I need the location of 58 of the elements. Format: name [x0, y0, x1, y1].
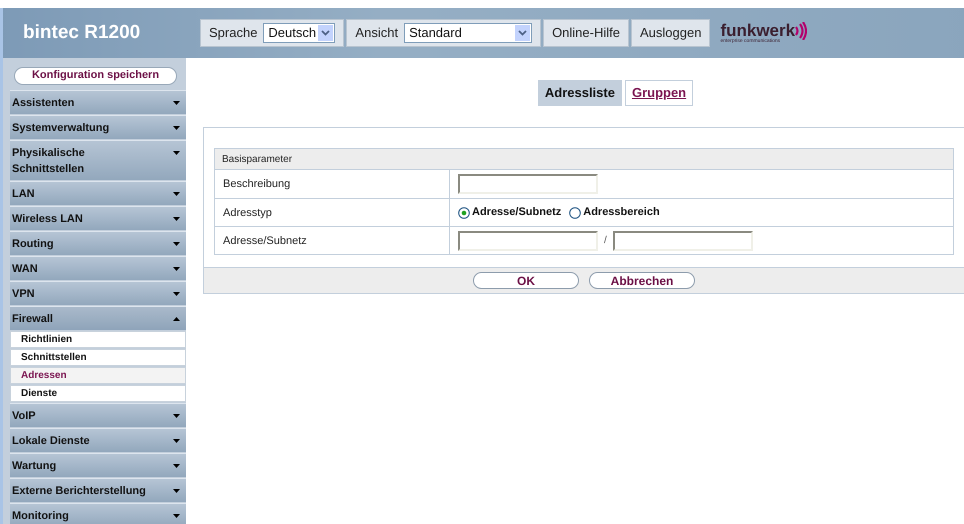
tab[interactable]: Adressliste [538, 80, 622, 106]
radio-option[interactable]: Adressbereich [569, 204, 660, 221]
submenu-item[interactable]: Richtlinien [10, 331, 186, 348]
menu-item[interactable]: Wireless LAN [10, 206, 186, 230]
select-label: Ansicht [355, 24, 398, 42]
dropdown[interactable]: Deutsch [263, 23, 336, 43]
caret-down-icon [173, 439, 180, 443]
menu-item[interactable]: Monitoring [10, 503, 186, 524]
section-header: Basisparameter [215, 149, 953, 170]
caret-down-icon [173, 267, 180, 271]
help-button[interactable]: Online-Hilfe [543, 19, 629, 47]
menu-item[interactable]: VoIP [10, 403, 186, 427]
caret-down-icon [173, 464, 180, 468]
signal-waves-icon [795, 22, 808, 40]
caret-down-icon [173, 151, 180, 155]
product-title: bintec R1200 [22, 20, 142, 45]
menu-item[interactable]: Routing [10, 231, 186, 255]
logo-text: funkwerk [720, 22, 796, 39]
menu-item[interactable]: LAN [10, 181, 186, 205]
field-label: Adresstyp [215, 199, 450, 226]
chevron-down-icon [515, 25, 530, 41]
address-field[interactable] [458, 230, 598, 250]
menu-item[interactable]: Lokale Dienste [10, 428, 186, 452]
caret-down-icon [173, 126, 180, 130]
field-label: Beschreibung [215, 170, 450, 198]
caret-down-icon [173, 242, 180, 246]
radio-option[interactable]: Adresse/Subnetz [458, 204, 562, 221]
chevron-down-icon [318, 25, 334, 41]
caret-down-icon [173, 489, 180, 493]
menu-item[interactable]: VPN [10, 281, 186, 305]
submenu-item[interactable]: Adressen [10, 367, 186, 384]
caret-up-icon [173, 317, 180, 321]
caret-down-icon [173, 414, 180, 418]
dropdown[interactable]: Standard [404, 23, 532, 43]
menu-item[interactable]: Assistenten [10, 90, 186, 114]
caret-down-icon [173, 292, 180, 296]
submenu-item[interactable]: Schnittstellen [10, 349, 186, 366]
cancel-button[interactable]: Abbrechen [589, 272, 695, 289]
menu-item[interactable]: Externe Berichterstellung [10, 478, 186, 502]
separator-text: / [604, 234, 607, 248]
submenu-item[interactable]: Dienste [10, 385, 186, 402]
save-config-button[interactable]: Konfiguration speichern [14, 66, 177, 84]
menu-item[interactable]: Firewall [10, 306, 186, 330]
caret-down-icon [173, 514, 180, 518]
logout-button[interactable]: Ausloggen [630, 19, 710, 47]
ok-button[interactable]: OK [473, 272, 579, 289]
caret-down-icon [173, 101, 180, 105]
menu-item[interactable]: WAN [10, 256, 186, 280]
menu-item[interactable]: Systemverwaltung [10, 115, 186, 139]
text-field[interactable] [458, 174, 598, 194]
caret-down-icon [173, 217, 180, 221]
tab[interactable]: Gruppen [624, 80, 694, 106]
menu-item[interactable]: Physikalische Schnittstellen [10, 140, 186, 180]
menu-item[interactable]: Wartung [10, 453, 186, 477]
select-label: Sprache [209, 24, 258, 42]
caret-down-icon [173, 192, 180, 196]
subnet-field[interactable] [612, 230, 753, 250]
field-label: Adresse/Subnetz [215, 227, 450, 254]
